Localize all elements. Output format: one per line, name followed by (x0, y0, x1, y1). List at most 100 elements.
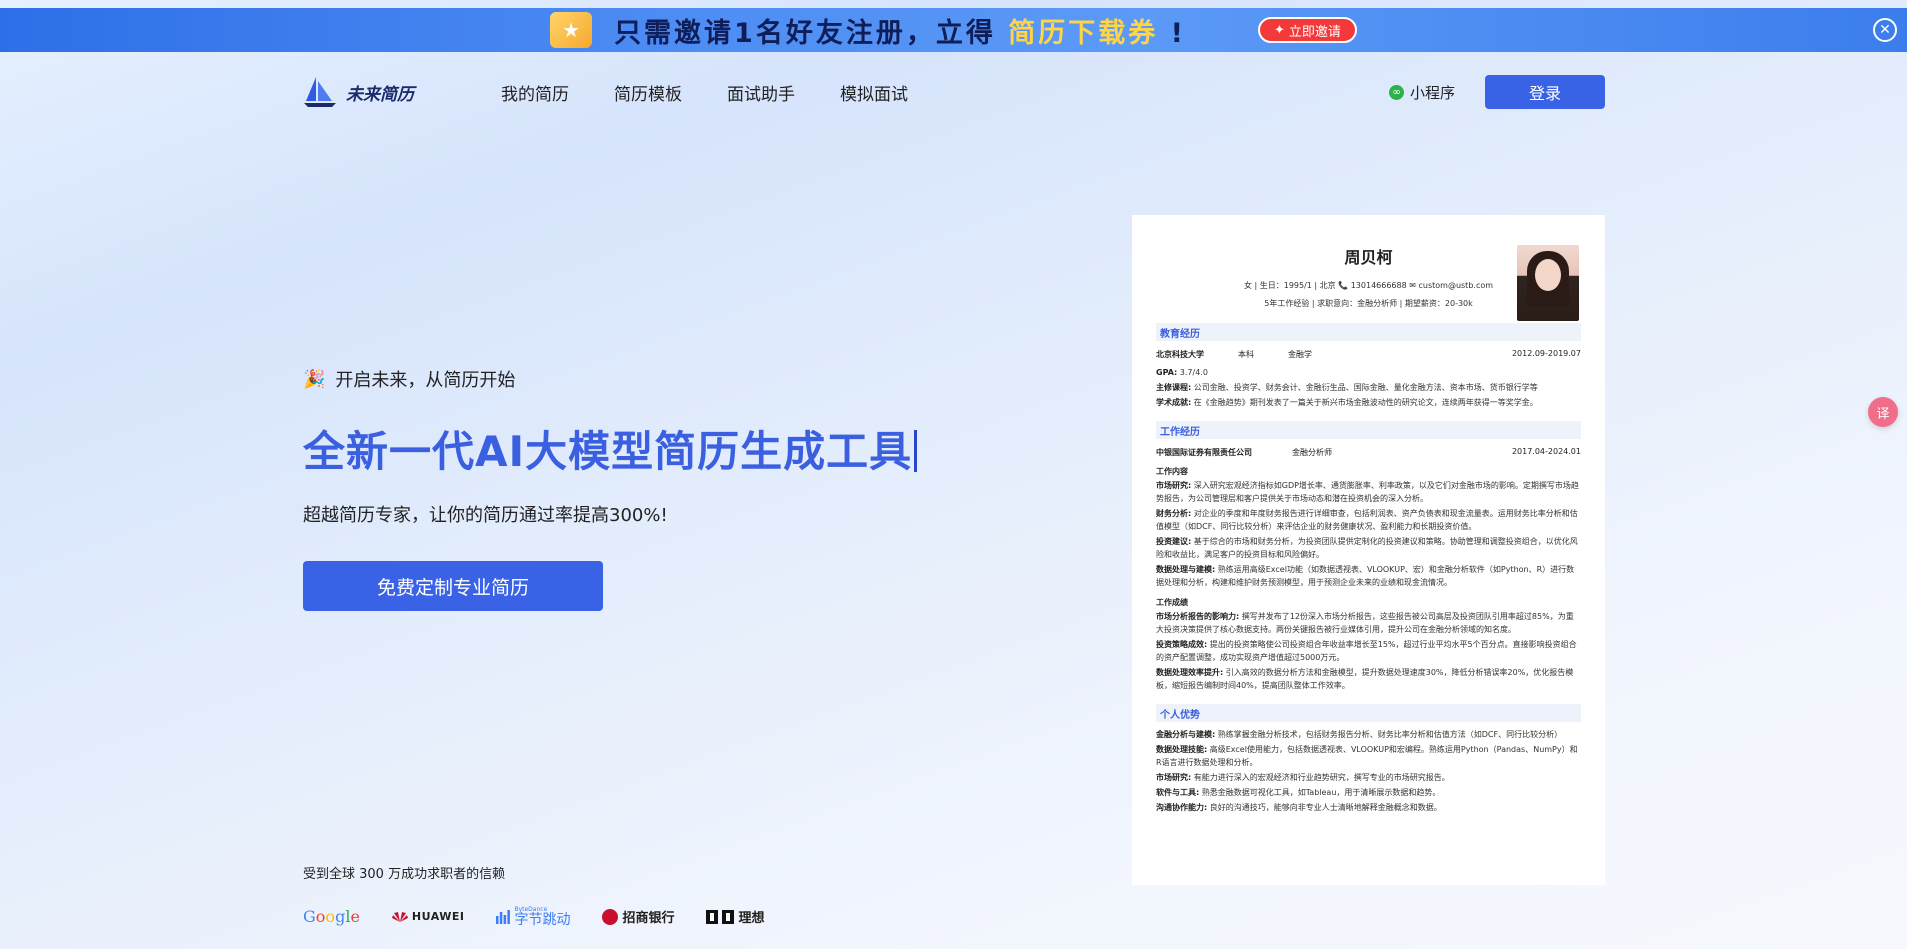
invite-button[interactable]: ✦ 立即邀请 (1258, 17, 1357, 43)
work-item-label: 财务分析: (1156, 509, 1192, 518)
huawei-text: HUAWEI (411, 910, 465, 923)
nav-item-mock-interview[interactable]: 模拟面试 (840, 80, 908, 105)
work-item-text: 熟练运用高级Excel功能（如数据透视表、VLOOKUP、宏）和金融分析软件（如… (1156, 565, 1575, 587)
courses-line: 主修课程: 公司金融、投资学、财务会计、金融衍生品、国际金融、量化金融方法、资本… (1156, 381, 1581, 394)
nav-item-my-resume[interactable]: 我的简历 (501, 80, 569, 105)
bytedance-cn: 字节跳动 (514, 912, 571, 928)
work-item-label: 市场研究: (1156, 481, 1192, 490)
work-results-label: 工作成绩 (1156, 598, 1188, 607)
bytedance-text: ByteDance 字节跳动 (514, 906, 570, 927)
cmb-emblem-icon (602, 908, 619, 925)
work-result-text: 提出的投资策略使公司投资组合年收益率增长至15%，超过行业平均水平5个百分点。直… (1156, 640, 1577, 662)
google-logo: Google (303, 907, 360, 926)
sailboat-logo-icon (304, 77, 336, 107)
academic-line: 学术成就: 在《金融趋势》期刊发表了一篇关于新兴市场金融波动性的研究论文，连续两… (1156, 396, 1581, 409)
skill-text: 熟练掌握金融分析技术，包括财务报告分析、财务比率分析和估值方法（如DCF、同行比… (1217, 730, 1563, 739)
gpa-label: GPA: (1156, 368, 1178, 377)
education-row: 北京科技大学 本科 金融学 2012.09-2019.07 (1156, 349, 1581, 360)
hero-subtitle: 超越简历专家，让你的简历通过率提高300%! (303, 505, 668, 526)
resume-preview: 周贝柯 女 | 生日：1995/1 | 北京 📞 13014666688 ✉ c… (1132, 215, 1605, 885)
nav-item-templates[interactable]: 简历模板 (614, 80, 682, 105)
academic-value: 在《金融趋势》期刊发表了一篇关于新兴市场金融波动性的研究论文，连续两年获得一等奖… (1193, 398, 1538, 407)
degree: 本科 (1238, 350, 1254, 359)
section-skills: 个人优势 (1156, 704, 1581, 722)
skill-item: 软件与工具: 熟悉金融数据可视化工具，如Tableau，用于清晰展示数据和趋势。 (1156, 786, 1581, 799)
nav-item-interview-assistant[interactable]: 面试助手 (727, 80, 795, 105)
skill-label: 市场研究: (1156, 773, 1192, 782)
gpa-line: GPA: 3.7/4.0 (1156, 366, 1581, 379)
skill-label: 软件与工具: (1156, 788, 1200, 797)
typing-caret (914, 430, 918, 472)
work-content-label: 工作内容 (1156, 467, 1188, 476)
skill-text: 有能力进行深入的宏观经济和行业趋势研究，撰写专业的市场研究报告。 (1193, 773, 1450, 782)
skill-text: 熟悉金融数据可视化工具，如Tableau，用于清晰展示数据和趋势。 (1201, 788, 1441, 797)
work-result-label: 市场分析报告的影响力: (1156, 612, 1240, 621)
google-letter: g (335, 907, 346, 926)
work-item: 数据处理与建模: 熟练运用高级Excel功能（如数据透视表、VLOOKUP、宏）… (1156, 563, 1581, 589)
skill-text: 高级Excel使用能力，包括数据透视表、VLOOKUP和宏编程。熟练运用Pyth… (1156, 745, 1578, 767)
gpa-value: 3.7/4.0 (1179, 368, 1208, 377)
hero-kicker: 🎉 开启未来，从简历开始 (303, 366, 1023, 392)
create-resume-button[interactable]: 免费定制专业简历 (303, 561, 603, 611)
school: 北京科技大学 (1156, 350, 1204, 359)
translate-icon[interactable]: 译 (1868, 397, 1898, 427)
invite-button-label: 立即邀请 (1288, 24, 1341, 40)
close-icon[interactable]: ✕ (1873, 18, 1897, 42)
work-result: 投资策略成效: 提出的投资策略使公司投资组合年收益率增长至15%，超过行业平均水… (1156, 638, 1581, 664)
hero-kicker-text: 开启未来，从简历开始 (335, 370, 516, 391)
top-nav: 未来简历 我的简历 简历模板 面试助手 模拟面试 ∞ 小程序 登录 (302, 68, 1605, 116)
lixiang-logo: 理想 (706, 907, 765, 926)
mini-program-link[interactable]: ∞ 小程序 (1388, 82, 1455, 103)
work-item-text: 深入研究宏观经济指标如GDP增长率、通货膨胀率、利率政策，以及它们对金融市场的影… (1156, 481, 1579, 503)
work-item: 投资建议: 基于综合的市场和财务分析，为投资团队提供定制化的投资建议和策略。协助… (1156, 535, 1581, 561)
cmb-text: 招商银行 (622, 911, 675, 926)
company: 中银国际证券有限责任公司 (1156, 448, 1252, 457)
profile-photo (1517, 245, 1579, 321)
promo-text: 只需邀请1名好友注册，立得 简历下载券 ! (614, 11, 1186, 50)
major: 金融学 (1288, 350, 1312, 359)
skill-text: 良好的沟通技巧，能够向非专业人士清晰地解释金融概念和数据。 (1209, 803, 1442, 812)
promo-text-main: 只需邀请1名好友注册，立得 (614, 17, 996, 49)
login-button[interactable]: 登录 (1485, 75, 1605, 109)
logo[interactable]: 未来简历 (302, 75, 414, 109)
hero: 🎉 开启未来，从简历开始 全新一代AI大模型简历生成工具 超越简历专家，让你的简… (303, 366, 1023, 611)
skill-item: 沟通协作能力: 良好的沟通技巧，能够向非专业人士清晰地解释金融概念和数据。 (1156, 801, 1581, 814)
promo-banner: ★ 只需邀请1名好友注册，立得 简历下载券 ! ✦ 立即邀请 ✕ (0, 8, 1907, 52)
lixiang-emblem-icon (706, 909, 735, 924)
work-item-text: 对企业的季度和年度财务报告进行详细审查，包括利润表、资产负债表和现金流量表。运用… (1156, 509, 1578, 531)
nav-right: ∞ 小程序 登录 (1388, 75, 1605, 109)
huawei-logo: HUAWEI (391, 910, 465, 923)
work-row: 中银国际证券有限责任公司 金融分析师 2017.04-2024.01 (1156, 447, 1581, 458)
trust-text: 受到全球 300 万成功求职者的信赖 (303, 867, 506, 882)
section-work: 工作经历 (1156, 421, 1581, 439)
skill-item: 市场研究: 有能力进行深入的宏观经济和行业趋势研究，撰写专业的市场研究报告。 (1156, 771, 1581, 784)
google-letter: o (325, 907, 336, 926)
logo-text: 未来简历 (346, 84, 414, 105)
partner-logos: Google HUAWEI ByteDance 字节跳动 招商银行 理想 (303, 906, 765, 927)
work-result: 市场分析报告的影响力: 撰写并发布了12份深入市场分析报告，这些报告被公司高层及… (1156, 610, 1581, 636)
promo-text-highlight: 简历下载券 (1008, 17, 1159, 49)
work-item: 市场研究: 深入研究宏观经济指标如GDP增长率、通货膨胀率、利率政策，以及它们对… (1156, 479, 1581, 505)
skill-item: 金融分析与建模: 熟练掌握金融分析技术，包括财务报告分析、财务比率分析和估值方法… (1156, 728, 1581, 741)
education-period: 2012.09-2019.07 (1511, 349, 1581, 358)
mini-program-label: 小程序 (1409, 83, 1455, 102)
hero-title-text: 全新一代AI大模型简历生成工具 (303, 427, 913, 476)
work-item-label: 投资建议: (1156, 537, 1192, 546)
work-item: 财务分析: 对企业的季度和年度财务报告进行详细审查，包括利润表、资产负债表和现金… (1156, 507, 1581, 533)
academic-label: 学术成就: (1156, 398, 1192, 407)
section-education: 教育经历 (1156, 323, 1581, 341)
courses-value: 公司金融、投资学、财务会计、金融衍生品、国际金融、量化金融方法、资本市场、货币银… (1193, 383, 1538, 392)
bytedance-bars-icon (496, 909, 511, 924)
google-letter: G (303, 907, 316, 926)
promo-text-end: ! (1170, 17, 1186, 49)
work-item-text: 基于综合的市场和财务分析，为投资团队提供定制化的投资建议和策略。协助管理和调整投… (1156, 537, 1578, 559)
google-letter: e (350, 907, 360, 926)
skill-label: 沟通协作能力: (1156, 803, 1208, 812)
huawei-petal-icon (391, 911, 408, 922)
work-result: 数据处理效率提升: 引入高效的数据分析方法和金融模型，提升数据处理速度30%，降… (1156, 666, 1581, 692)
gift-icon: ★ (550, 12, 593, 48)
nav-menu: 我的简历 简历模板 面试助手 模拟面试 (501, 80, 908, 105)
wechat-mini-program-icon: ∞ (1388, 84, 1404, 100)
work-result-label: 投资策略成效: (1156, 640, 1208, 649)
work-item-label: 数据处理与建模: (1156, 565, 1216, 574)
